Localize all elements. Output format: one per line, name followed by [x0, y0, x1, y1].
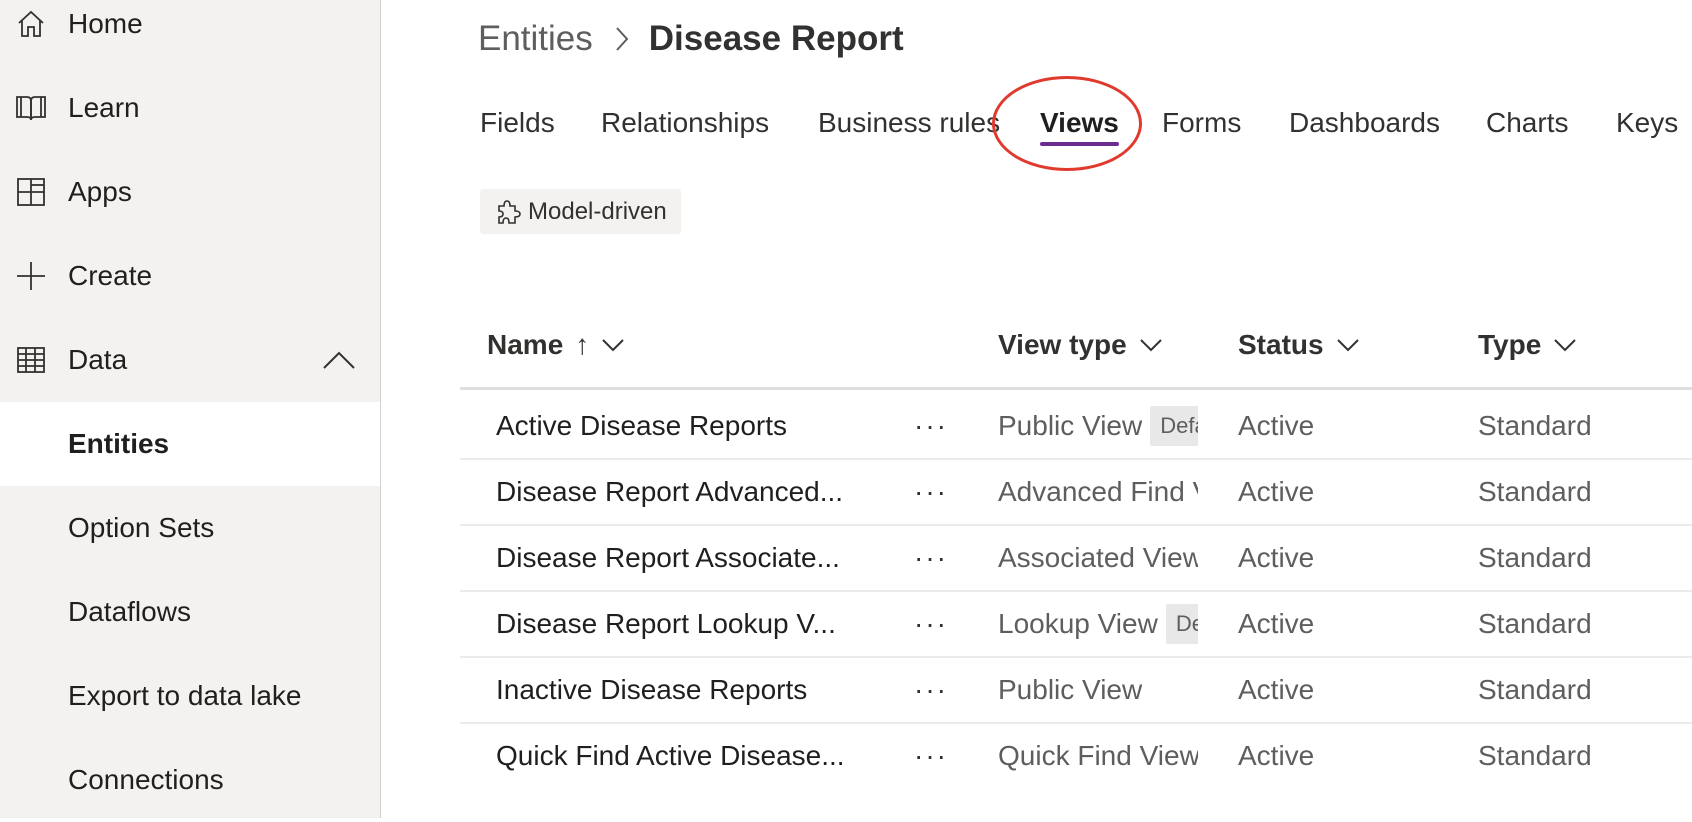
- sidebar-item-dataflows[interactable]: Dataflows: [0, 570, 380, 654]
- chevron-down-icon: [1139, 339, 1162, 352]
- sort-ascending-icon: ↑: [575, 329, 590, 360]
- sidebar-item-connections[interactable]: Connections: [0, 738, 380, 822]
- tab-charts[interactable]: Charts: [1486, 98, 1568, 148]
- table-row[interactable]: Quick Find Active Disease... ··· Quick F…: [460, 724, 1692, 790]
- sidebar-item-label: Entities: [68, 428, 170, 459]
- status-cell: Active: [1238, 410, 1315, 441]
- plus-icon: [15, 260, 47, 292]
- views-table: Active Disease Reports ··· Public View D…: [460, 394, 1692, 790]
- type-cell: Standard: [1478, 674, 1592, 705]
- more-options-icon[interactable]: ···: [896, 658, 966, 722]
- view-type-cell: Lookup View De: [998, 592, 1198, 656]
- column-header-type[interactable]: Type: [1478, 329, 1577, 361]
- tab-relationships[interactable]: Relationships: [601, 98, 769, 148]
- view-type-text: Public View: [998, 674, 1143, 705]
- view-name-link[interactable]: Disease Report Lookup V...: [496, 592, 896, 656]
- sidebar-item-label: Connections: [68, 764, 224, 795]
- sidebar-item-label: Create: [68, 260, 153, 291]
- sidebar-item-label: Apps: [68, 176, 132, 207]
- chevron-down-icon: [1336, 339, 1359, 352]
- more-options-icon[interactable]: ···: [896, 592, 966, 656]
- table-row[interactable]: Inactive Disease Reports ··· Public View…: [460, 658, 1692, 724]
- view-type-text: Quick Find View: [998, 740, 1198, 771]
- view-name-link[interactable]: Active Disease Reports: [496, 394, 896, 458]
- chevron-down-icon: [602, 339, 624, 352]
- view-name-link[interactable]: Disease Report Advanced...: [496, 460, 896, 524]
- table-row[interactable]: Active Disease Reports ··· Public View D…: [460, 394, 1692, 460]
- column-header-label: Type: [1478, 329, 1542, 360]
- model-driven-filter[interactable]: Model-driven: [480, 189, 681, 234]
- tab-views[interactable]: Views: [1040, 98, 1119, 148]
- tab-forms[interactable]: Forms: [1162, 98, 1241, 148]
- apps-icon: [15, 176, 47, 208]
- view-type-cell: Associated View: [998, 526, 1198, 590]
- type-cell: Standard: [1478, 476, 1592, 507]
- view-type-cell: Quick Find View: [998, 724, 1198, 788]
- type-cell: Standard: [1478, 740, 1592, 771]
- chevron-down-icon: [1554, 339, 1576, 352]
- type-cell: Standard: [1478, 410, 1592, 441]
- tab-fields[interactable]: Fields: [480, 98, 555, 148]
- sidebar-item-home[interactable]: Home: [0, 0, 380, 66]
- tab-dashboards[interactable]: Dashboards: [1289, 98, 1440, 148]
- view-name-link[interactable]: Inactive Disease Reports: [496, 658, 896, 722]
- more-options-icon[interactable]: ···: [896, 460, 966, 524]
- column-header-label: View type: [998, 329, 1127, 360]
- status-cell: Active: [1238, 542, 1315, 573]
- breadcrumb-entities-link[interactable]: Entities: [478, 19, 593, 59]
- chevron-right-icon: [615, 26, 629, 52]
- view-type-cell: Public View: [998, 658, 1198, 722]
- table-icon: [15, 344, 47, 376]
- chevron-up-icon[interactable]: [322, 350, 356, 370]
- type-cell: Standard: [1478, 542, 1592, 573]
- status-cell: Active: [1238, 740, 1315, 771]
- sidebar-item-label: Data: [68, 344, 128, 375]
- sidebar-item-apps[interactable]: Apps: [0, 150, 380, 234]
- more-options-icon[interactable]: ···: [896, 724, 966, 788]
- page-title: Disease Report: [648, 19, 904, 58]
- table-row[interactable]: Disease Report Lookup V... ··· Lookup Vi…: [460, 592, 1692, 658]
- more-options-icon[interactable]: ···: [896, 526, 966, 590]
- status-cell: Active: [1238, 674, 1315, 705]
- view-name-link[interactable]: Quick Find Active Disease...: [496, 724, 896, 788]
- status-cell: Active: [1238, 476, 1315, 507]
- tab-business-rules[interactable]: Business rules: [818, 98, 1000, 148]
- sidebar-item-export-to-data-lake[interactable]: Export to data lake: [0, 654, 380, 738]
- entity-tabs: Fields Relationships Business rules View…: [0, 98, 1692, 148]
- sidebar-item-label: Dataflows: [68, 596, 191, 627]
- more-options-icon[interactable]: ···: [896, 394, 966, 458]
- home-icon: [15, 8, 47, 40]
- tab-keys[interactable]: Keys: [1616, 98, 1678, 148]
- sidebar-item-data[interactable]: Data: [0, 318, 380, 402]
- column-header-label: Name: [487, 329, 564, 360]
- status-cell: Active: [1238, 608, 1315, 639]
- sidebar-item-label: Home: [68, 8, 143, 39]
- sidebar-item-create[interactable]: Create: [0, 234, 380, 318]
- view-type-text: Public View: [998, 410, 1143, 441]
- view-type-cell: Public View Defa: [998, 394, 1198, 458]
- column-header-status[interactable]: Status: [1238, 329, 1360, 361]
- view-type-text: Associated View: [998, 542, 1198, 573]
- default-badge: De: [1165, 604, 1198, 644]
- view-type-text: Lookup View: [998, 608, 1158, 639]
- column-header-label: Status: [1238, 329, 1324, 360]
- column-header-name[interactable]: Name ↑: [487, 329, 625, 361]
- table-row[interactable]: Disease Report Associate... ··· Associat…: [460, 526, 1692, 592]
- table-row[interactable]: Disease Report Advanced... ··· Advanced …: [460, 460, 1692, 526]
- sidebar-item-option-sets[interactable]: Option Sets: [0, 486, 380, 570]
- sidebar-item-label: Option Sets: [68, 512, 215, 543]
- type-cell: Standard: [1478, 608, 1592, 639]
- breadcrumb: Entities Disease Report: [478, 14, 904, 64]
- views-table-header: Name ↑ View type Status Type: [460, 315, 1692, 390]
- view-type-text: Advanced Find V: [998, 476, 1198, 507]
- default-badge: Defa: [1150, 406, 1198, 446]
- sidebar-item-label: Export to data lake: [68, 680, 302, 711]
- puzzle-icon: [494, 198, 522, 226]
- view-type-cell: Advanced Find V: [998, 460, 1198, 524]
- sidebar-item-entities[interactable]: Entities: [0, 402, 380, 486]
- column-header-view-type[interactable]: View type: [998, 329, 1163, 361]
- view-name-link[interactable]: Disease Report Associate...: [496, 526, 896, 590]
- filter-label: Model-driven: [528, 197, 667, 225]
